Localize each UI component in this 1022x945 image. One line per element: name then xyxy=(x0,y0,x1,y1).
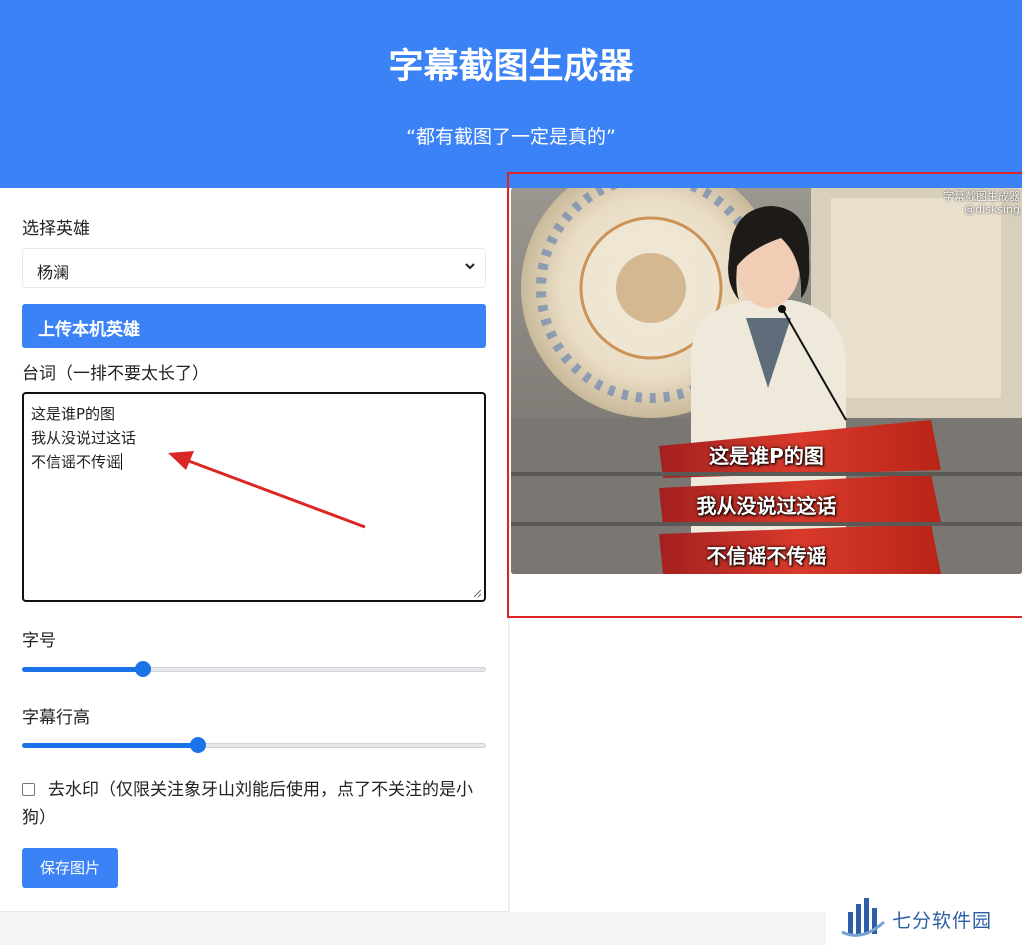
hero-select[interactable]: 杨澜 xyxy=(22,248,486,288)
remove-watermark-label: 去水印（仅限关注象牙山刘能后使用，点了不关注的是小狗） xyxy=(22,780,473,828)
line-height-label: 字幕行高 xyxy=(22,708,90,728)
form-panel: 选择英雄 杨澜 上传本机英雄 台词（一排不要太长了） 这是谁P的图 我从没说过这… xyxy=(0,188,509,912)
lines-label: 台词（一排不要太长了） xyxy=(22,364,209,384)
slider-thumb[interactable] xyxy=(190,737,207,753)
line-text: 我从没说过这话 xyxy=(31,429,137,447)
upload-hero-button[interactable]: 上传本机英雄 xyxy=(22,304,486,348)
save-image-button[interactable]: 保存图片 xyxy=(22,848,118,888)
page-subtitle: “都有截图了一定是真的” xyxy=(406,126,616,148)
brand-logo-icon xyxy=(841,898,886,937)
brand-name: 七分软件园 xyxy=(892,910,993,932)
chevron-down-icon xyxy=(465,263,475,270)
hero-select-label: 选择英雄 xyxy=(22,219,90,239)
hero-select-value: 杨澜 xyxy=(37,263,70,282)
line-text: 这是谁P的图 xyxy=(31,405,116,423)
slider-thumb[interactable] xyxy=(134,661,151,677)
slider-fill xyxy=(22,667,143,672)
annotation-highlight-box xyxy=(507,172,1022,618)
font-size-slider[interactable] xyxy=(22,661,486,677)
lines-textarea[interactable]: 这是谁P的图 我从没说过这话 不信谣不传谣 xyxy=(22,392,486,602)
line-height-slider[interactable] xyxy=(22,737,486,753)
font-size-label: 字号 xyxy=(22,631,56,651)
page-title: 字幕截图生成器 xyxy=(388,47,634,87)
brand-watermark: 七分软件园 xyxy=(826,880,1022,945)
resize-handle-icon[interactable] xyxy=(472,588,482,598)
slider-fill xyxy=(22,743,199,748)
line-text: 不信谣不传谣 xyxy=(31,453,122,471)
text-caret xyxy=(121,453,123,470)
page-header: 字幕截图生成器 “都有截图了一定是真的” xyxy=(0,0,1022,188)
